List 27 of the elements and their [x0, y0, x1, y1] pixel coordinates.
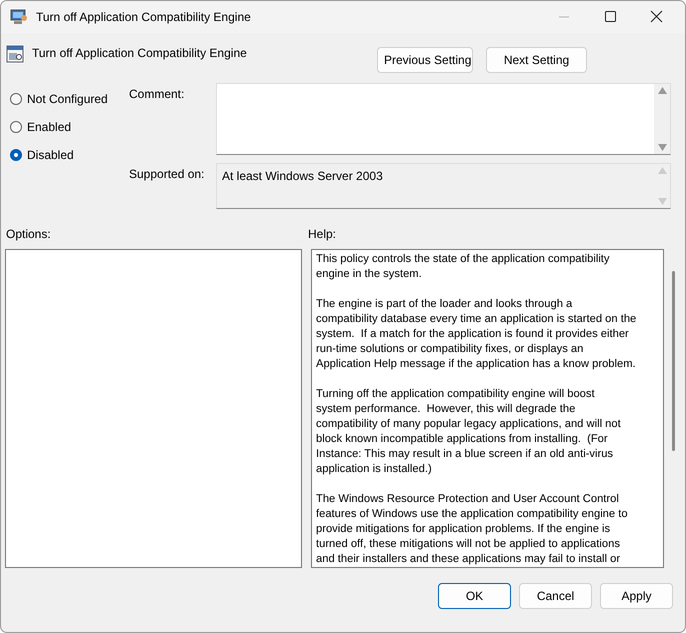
- radio-option[interactable]: Enabled: [10, 119, 129, 135]
- radio-option[interactable]: Disabled: [10, 147, 129, 163]
- supported-field: At least Windows Server 2003: [216, 163, 671, 209]
- help-paragraph: Turning off the application compatibility engine will boost system performance. However, this will degrade the compatibility of many popular legacy applications, and will not block known incompatible applications from installing. (For Instance: This may result in a blue screen if an old anti-virus application is installed.): [316, 387, 622, 477]
- window-title: Turn off Application Compatibility Engine: [36, 10, 251, 24]
- dialog-button[interactable]: Cancel: [519, 583, 592, 609]
- scroll-up-icon[interactable]: [658, 167, 666, 174]
- field-label: Supported on:: [129, 166, 206, 183]
- dialog-button[interactable]: Apply: [600, 583, 673, 609]
- nav-button[interactable]: Next Setting: [486, 47, 587, 73]
- help-label: Help:: [308, 227, 336, 241]
- scroll-up-icon[interactable]: [658, 87, 666, 94]
- scroll-down-icon[interactable]: [658, 144, 666, 151]
- help-paragraph: The Windows Resource Protection and User Account Control features of Windows use the application compatibility engine to provide mitigations for application problems. If the engine is turned off, these mitigations will not be applied to applications and their installers and these applications may fail to install or: [316, 492, 629, 567]
- options-label: Options:: [5, 227, 52, 241]
- computer-icon: [10, 9, 28, 25]
- nav-button[interactable]: Previous Setting: [377, 47, 473, 73]
- field-label: Comment:: [129, 86, 186, 103]
- scroll-down-icon[interactable]: [658, 198, 666, 205]
- scrollbar-thumb[interactable]: [672, 271, 674, 451]
- dialog-button[interactable]: OK: [438, 583, 511, 609]
- help-paragraph: This policy controls the state of the application compatibility engine in the system.: [316, 252, 611, 282]
- policy-title: Turn off Application Compatibility Engine: [32, 46, 247, 60]
- comment-field[interactable]: [216, 83, 671, 155]
- radio-option[interactable]: Not Configured: [10, 91, 129, 107]
- help-paragraph: The engine is part of the loader and looks through a compatibility database every time an application is started on the system. If a match for the application is found it provides either run-time solutions or compatibility fixes, or displays an Application Help message if the application has a know problem.: [316, 297, 638, 372]
- policy-icon: [6, 45, 24, 63]
